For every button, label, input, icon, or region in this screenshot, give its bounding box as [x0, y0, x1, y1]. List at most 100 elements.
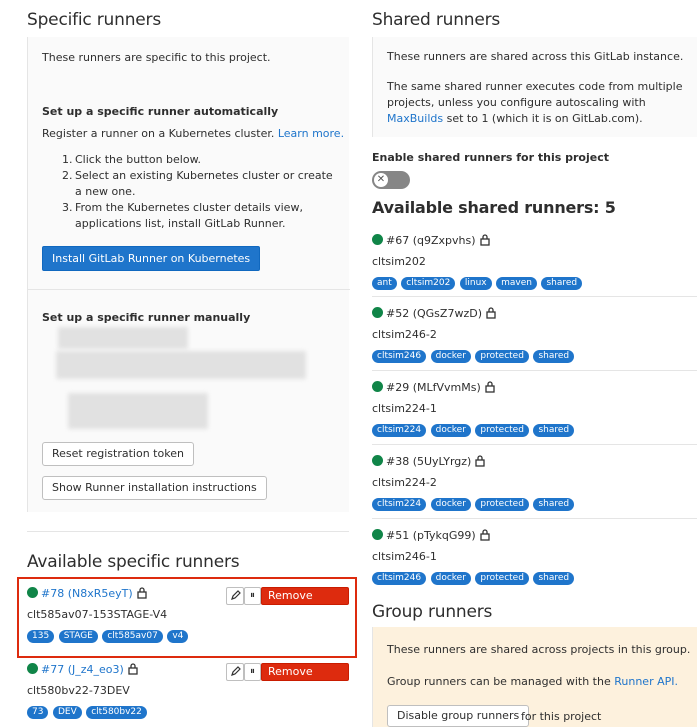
auto-setup-text: Register a runner on a Kubernetes cluste… — [42, 127, 345, 140]
tag-badge: shared — [533, 424, 575, 437]
shared-runner-card: #38 (5UyLYrgz) cltsim224-2 cltsim224 doc… — [372, 455, 697, 511]
manual-setup-title: Set up a specific runner manually — [42, 311, 251, 324]
online-status-icon — [372, 234, 383, 245]
shared-runners-title: Shared runners — [372, 10, 501, 30]
online-status-icon — [372, 381, 383, 392]
redacted-url — [58, 327, 188, 349]
online-status-icon — [372, 529, 383, 540]
runner-description: cltsim224-2 — [372, 476, 437, 489]
group-info-line1: These runners are shared across projects… — [387, 643, 691, 656]
runner-id: #29 (MLfVvmMs) — [386, 381, 481, 394]
specific-runner-card: #77 (J_z4_eo3) clt580bv22-73DEV 73 DEV c… — [27, 663, 349, 719]
auto-setup-title: Set up a specific runner automatically — [42, 105, 279, 118]
tag-badge: maven — [496, 277, 537, 290]
show-runner-instructions-button[interactable]: Show Runner installation instructions — [42, 476, 267, 500]
online-status-icon — [372, 455, 383, 466]
tag-badge: protected — [475, 498, 529, 511]
specific-intro: These runners are specific to this proje… — [42, 51, 271, 64]
runner-tags: 135 STAGE clt585av07 v4 — [27, 628, 189, 643]
learn-more-link[interactable]: Learn more. — [278, 127, 344, 140]
runner-description: cltsim202 — [372, 255, 426, 268]
tag-badge: shared — [533, 572, 575, 585]
runner-tags: ant cltsim202 linux maven shared — [372, 275, 583, 290]
shared-runner-card: #52 (QGsZ7wzD) cltsim246-2 cltsim246 doc… — [372, 307, 697, 363]
tag-badge: docker — [430, 498, 471, 511]
pencil-icon — [230, 590, 241, 600]
lock-icon — [486, 307, 496, 319]
tag-badge: shared — [533, 350, 575, 363]
runner-tags: cltsim224 docker protected shared — [372, 422, 575, 437]
group-info-line2: Group runners can be managed with the Ru… — [387, 675, 678, 688]
redacted-token — [56, 351, 306, 379]
tag-badge: DEV — [52, 706, 82, 719]
online-status-icon — [27, 587, 38, 598]
runner-api-link[interactable]: Runner API. — [614, 675, 678, 688]
divider — [28, 289, 350, 290]
pause-icon: ⏸ — [250, 666, 255, 677]
tag-badge: cltsim224 — [372, 424, 427, 437]
divider — [372, 444, 697, 445]
pause-icon: ⏸ — [250, 590, 255, 601]
online-status-icon — [27, 663, 38, 674]
group-runners-panel: These runners are shared across projects… — [372, 627, 697, 727]
shared-runners-info-panel: These runners are shared across this Git… — [372, 37, 697, 137]
edit-runner-button[interactable] — [226, 663, 244, 681]
specific-runner-card: #78 (N8xR5eyT) clt585av07-153STAGE-V4 13… — [27, 587, 349, 643]
runner-description: clt580bv22-73DEV — [27, 684, 130, 697]
pause-runner-button[interactable]: ⏸ — [244, 663, 261, 681]
tag-badge: linux — [459, 277, 492, 290]
runner-id-link[interactable]: #77 (J_z4_eo3) — [41, 663, 124, 676]
tag-badge: ant — [372, 277, 397, 290]
shared-info-line1: These runners are shared across this Git… — [387, 50, 684, 63]
tag-badge: cltsim246 — [372, 572, 427, 585]
step-item: 3. From the Kubernetes cluster details vi… — [62, 201, 303, 230]
edit-runner-button[interactable] — [226, 587, 244, 605]
runner-id-link[interactable]: #78 (N8xR5eyT) — [41, 587, 133, 600]
runner-description: cltsim224-1 — [372, 402, 437, 415]
maxbuilds-link[interactable]: MaxBuilds — [387, 112, 443, 125]
tag-badge: clt580bv22 — [86, 706, 147, 719]
runner-tags: 73 DEV clt580bv22 — [27, 704, 148, 719]
runner-tags: cltsim224 docker protected shared — [372, 496, 575, 511]
specific-runners-panel: These runners are specific to this proje… — [27, 37, 350, 512]
tag-badge: 73 — [27, 706, 49, 719]
lock-icon — [479, 234, 490, 246]
specific-runners-title: Specific runners — [27, 10, 161, 30]
runner-id: #51 (pTykqG99) — [386, 529, 476, 542]
shared-info-line2: The same shared runner executes code fro… — [387, 80, 683, 125]
shared-runner-card: #51 (pTykqG99) cltsim246-1 cltsim246 doc… — [372, 529, 697, 585]
tag-badge: STAGE — [58, 630, 98, 643]
pencil-icon — [230, 666, 241, 676]
for-this-project-label: for this project — [521, 710, 602, 723]
runner-id: #38 (5UyLYrgz) — [386, 455, 472, 468]
runner-description: clt585av07-153STAGE-V4 — [27, 608, 168, 621]
divider — [372, 296, 697, 297]
shared-runner-card: #67 (q9Zxpvhs) cltsim202 ant cltsim202 l… — [372, 234, 697, 290]
tag-badge: cltsim202 — [401, 277, 456, 290]
tag-badge: docker — [430, 572, 471, 585]
reset-registration-token-button[interactable]: Reset registration token — [42, 442, 194, 466]
tag-badge: shared — [533, 498, 575, 511]
pause-runner-button[interactable]: ⏸ — [244, 587, 261, 605]
enable-shared-runners-toggle[interactable]: ✕ — [372, 171, 410, 189]
tag-badge: docker — [430, 424, 471, 437]
tag-badge: protected — [475, 350, 529, 363]
runner-description: cltsim246-1 — [372, 550, 437, 563]
enable-shared-runners-label: Enable shared runners for this project — [372, 151, 609, 164]
tag-badge: cltsim246 — [372, 350, 427, 363]
tag-badge: 135 — [27, 630, 55, 643]
divider — [372, 370, 697, 371]
install-runner-kubernetes-button[interactable]: Install GitLab Runner on Kubernetes — [42, 246, 261, 271]
tag-badge: shared — [541, 277, 583, 290]
redacted-token — [68, 393, 208, 429]
shared-runner-card: #29 (MLfVvmMs) cltsim224-1 cltsim224 doc… — [372, 381, 697, 437]
remove-runner-button[interactable]: Remove runner — [261, 663, 349, 694]
lock-icon — [485, 381, 495, 393]
available-specific-runners-title: Available specific runners — [27, 552, 240, 572]
close-icon: ✕ — [374, 173, 388, 187]
tag-badge: docker — [430, 350, 471, 363]
setup-steps: 1. Click the button below. 2. Select an ex… — [62, 152, 342, 232]
lock-icon — [128, 663, 138, 675]
remove-runner-button[interactable]: Remove runner — [261, 587, 349, 618]
runner-id: #52 (QGsZ7wzD) — [386, 307, 482, 320]
